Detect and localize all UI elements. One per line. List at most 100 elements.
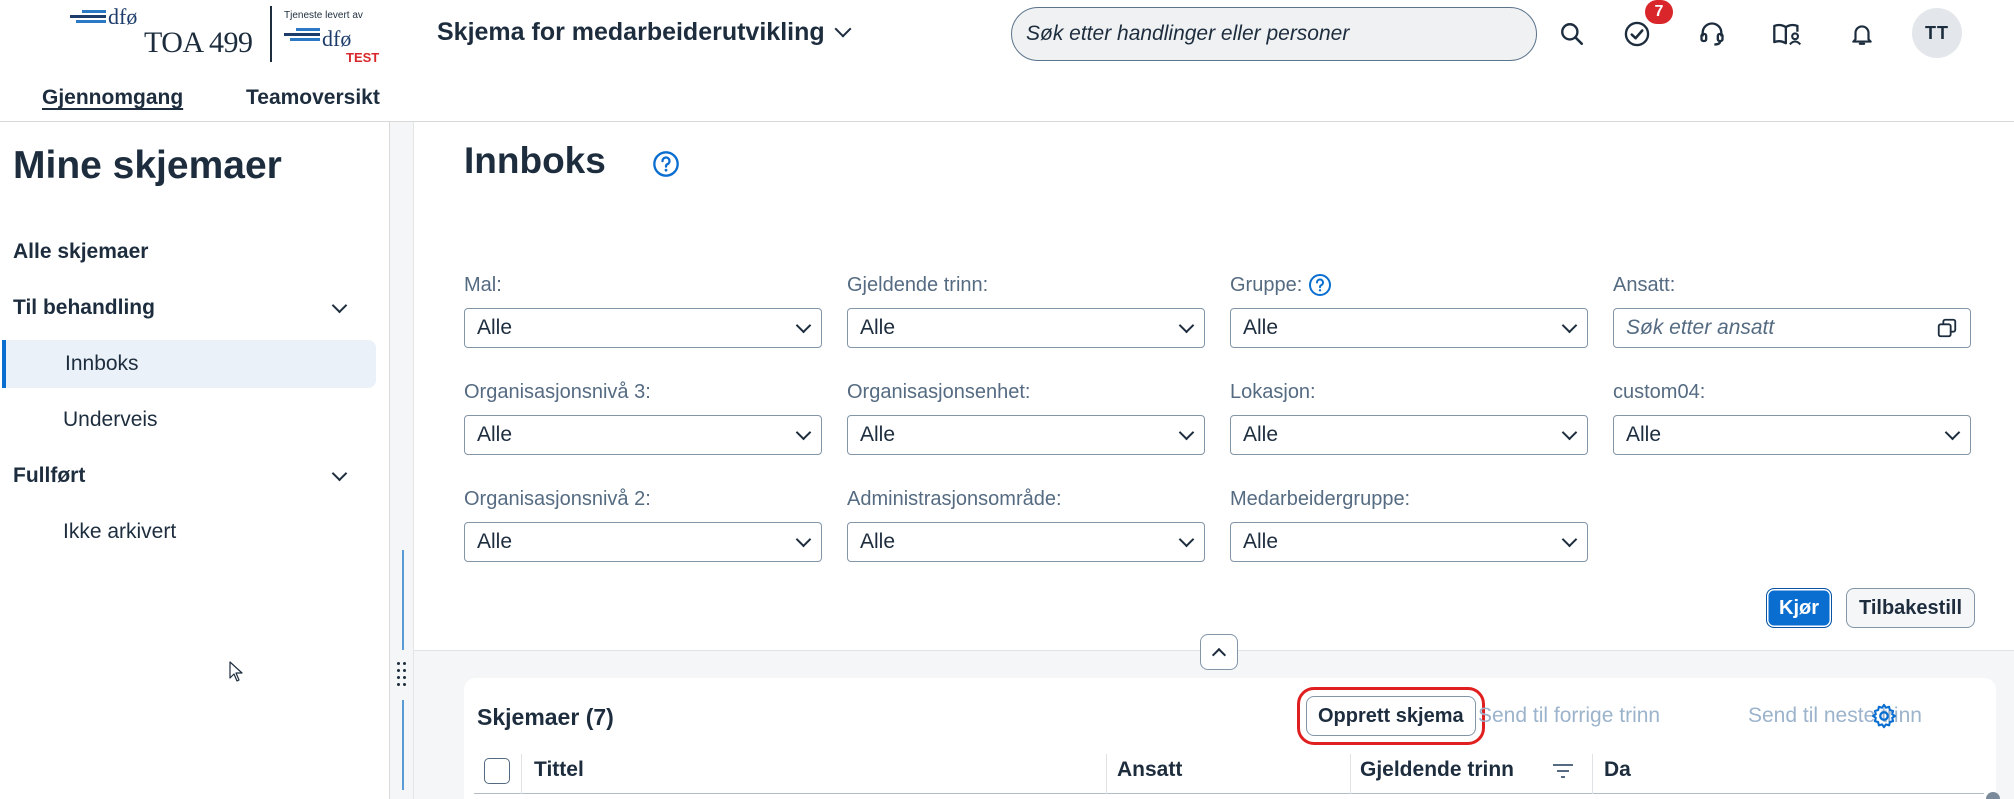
sidebar-item-innboks[interactable]: Innboks <box>2 340 376 388</box>
custom04-select[interactable]: Alle <box>1613 415 1971 455</box>
sidebar-item-ikke-arkivert[interactable]: Ikke arkivert <box>0 508 378 556</box>
filter-lines-icon[interactable] <box>1552 762 1574 780</box>
ansatt-input[interactable]: Søk etter ansatt <box>1613 308 1971 348</box>
run-button[interactable]: Kjør <box>1766 588 1832 628</box>
sidebar-item-underveis[interactable]: Underveis <box>0 396 378 444</box>
nav-teamoversikt[interactable]: Teamoversikt <box>246 80 380 116</box>
send-previous-step-button[interactable]: Send til forrige trinn <box>1478 696 1660 736</box>
sidebar-title: Mine skjemaer <box>13 144 282 187</box>
sidebar-item-label: Alle skjemaer <box>13 240 149 263</box>
administrasjonsomrade-select[interactable]: Alle <box>847 522 1205 562</box>
select-all-checkbox[interactable] <box>484 758 510 784</box>
chevron-down-icon <box>834 20 852 37</box>
filter-organisasjonsenhet: Organisasjonsenhet: Alle <box>847 379 1205 455</box>
org-niva-2-select[interactable]: Alle <box>464 522 822 562</box>
search-input[interactable] <box>1026 22 1522 46</box>
reset-button[interactable]: Tilbakestill <box>1846 588 1976 628</box>
value-help-icon[interactable] <box>1936 317 1958 339</box>
forms-table: Skjemaer (7) Opprett skjema Send til for… <box>464 678 2000 799</box>
help-icon[interactable] <box>1308 273 1332 297</box>
table-header-row: Tittel Ansatt Gjeldende trinn Da <box>474 748 1984 794</box>
filter-org-niva-2: Organisasjonsnivå 2: Alle <box>464 486 822 562</box>
bell-icon[interactable] <box>1842 14 1882 54</box>
sidebar-item-label: Innboks <box>65 352 139 375</box>
table-scrollbar[interactable] <box>1986 792 2000 799</box>
headset-icon[interactable] <box>1692 14 1732 54</box>
chevron-down-icon <box>1561 531 1578 547</box>
book-user-icon[interactable] <box>1767 14 1807 54</box>
dfo-logo-mark <box>70 10 106 25</box>
sidebar-item-fullfort[interactable]: Fullført <box>0 452 378 500</box>
column-header-ansatt[interactable]: Ansatt <box>1117 758 1182 782</box>
column-divider <box>1106 754 1107 794</box>
logo-unit: TOA 499 <box>144 26 253 59</box>
logo-org: dfø <box>108 4 138 29</box>
app-title-menu[interactable]: Skjema for medarbeiderutvikling <box>437 18 852 47</box>
chevron-down-icon <box>795 424 812 440</box>
filter-label: Organisasjonsnivå 3: <box>464 380 651 403</box>
filter-custom04: custom04: Alle <box>1613 379 1971 455</box>
medarbeidergruppe-select[interactable]: Alle <box>1230 522 1588 562</box>
column-divider <box>1592 754 1593 794</box>
global-search[interactable] <box>1011 7 1537 61</box>
splitter-line <box>402 550 404 650</box>
chevron-down-icon[interactable] <box>331 465 348 482</box>
gjeldende-trinn-select[interactable]: Alle <box>847 308 1205 348</box>
filter-medarbeidergruppe: Medarbeidergruppe: Alle <box>1230 486 1588 562</box>
filter-gruppe: Gruppe: Alle <box>1230 272 1588 348</box>
filter-label: Administrasjonsområde: <box>847 487 1062 510</box>
gear-icon[interactable] <box>1870 702 1898 735</box>
gruppe-select[interactable]: Alle <box>1230 308 1588 348</box>
filter-gjeldende-trinn: Gjeldende trinn: Alle <box>847 272 1205 348</box>
column-header-da[interactable]: Da <box>1604 758 1631 782</box>
filter-administrasjonsomrade: Administrasjonsområde: Alle <box>847 486 1205 562</box>
chevron-down-icon[interactable] <box>331 297 348 314</box>
organisasjonsenhet-select[interactable]: Alle <box>847 415 1205 455</box>
filter-label: Medarbeidergruppe: <box>1230 487 1411 510</box>
notification-badge: 7 <box>1645 0 1673 24</box>
filter-label: Organisasjonsnivå 2: <box>464 487 651 510</box>
logo-provided-by: Tjeneste levert av <box>284 10 363 21</box>
column-header-gjeldende-trinn[interactable]: Gjeldende trinn <box>1360 758 1514 782</box>
filter-ansatt: Ansatt: Søk etter ansatt <box>1613 272 1971 348</box>
help-icon[interactable] <box>652 150 680 183</box>
lokasjon-select[interactable]: Alle <box>1230 415 1588 455</box>
sidebar: Mine skjemaer Alle skjemaer Til behandli… <box>0 122 390 799</box>
sidebar-item-alle-skjemaer[interactable]: Alle skjemaer <box>0 228 378 276</box>
filter-label: Ansatt: <box>1613 273 1676 296</box>
filter-label: Gjeldende trinn: <box>847 273 989 296</box>
chevron-down-icon <box>1561 424 1578 440</box>
chevron-down-icon <box>1178 317 1195 333</box>
sidebar-item-label: Underveis <box>63 408 158 431</box>
mal-select[interactable]: Alle <box>464 308 822 348</box>
filter-label: Lokasjon: <box>1230 380 1316 403</box>
chevron-down-icon <box>1561 317 1578 333</box>
sidebar-item-label: Fullført <box>13 464 86 487</box>
column-header-tittel[interactable]: Tittel <box>534 758 584 782</box>
splitter-line <box>402 700 404 790</box>
collapse-filter-button[interactable] <box>1200 634 1238 670</box>
search-icon[interactable] <box>1552 14 1592 54</box>
filter-label: custom04: <box>1613 380 1706 403</box>
create-form-button[interactable]: Opprett skjema <box>1297 687 1485 745</box>
org-logo[interactable]: dfø TOA 499 Tjeneste levert av dfø TEST <box>70 4 390 66</box>
main-content: Innboks Mal: Alle Gjeldende trinn: Alle … <box>414 122 2014 799</box>
nav-gjennomgang[interactable]: Gjennomgang <box>42 80 183 116</box>
chevron-down-icon <box>795 317 812 333</box>
logo-env: TEST <box>346 50 380 65</box>
filter-org-niva-3: Organisasjonsnivå 3: Alle <box>464 379 822 455</box>
sidebar-item-til-behandling[interactable]: Til behandling <box>0 284 378 332</box>
org-niva-3-select[interactable]: Alle <box>464 415 822 455</box>
app-title: Skjema for medarbeiderutvikling <box>437 18 825 46</box>
column-divider <box>1350 754 1351 794</box>
splitter-grip-handle[interactable] <box>396 660 408 688</box>
filter-label: Gruppe: <box>1230 272 1588 298</box>
chevron-down-icon <box>1178 531 1195 547</box>
column-divider <box>521 754 522 794</box>
user-avatar[interactable]: TT <box>1912 8 1962 58</box>
filter-label: Organisasjonsenhet: <box>847 380 1031 403</box>
chevron-down-icon <box>795 531 812 547</box>
logo-divider <box>270 6 272 62</box>
chevron-down-icon <box>1944 424 1961 440</box>
mouse-cursor-icon <box>229 661 243 682</box>
